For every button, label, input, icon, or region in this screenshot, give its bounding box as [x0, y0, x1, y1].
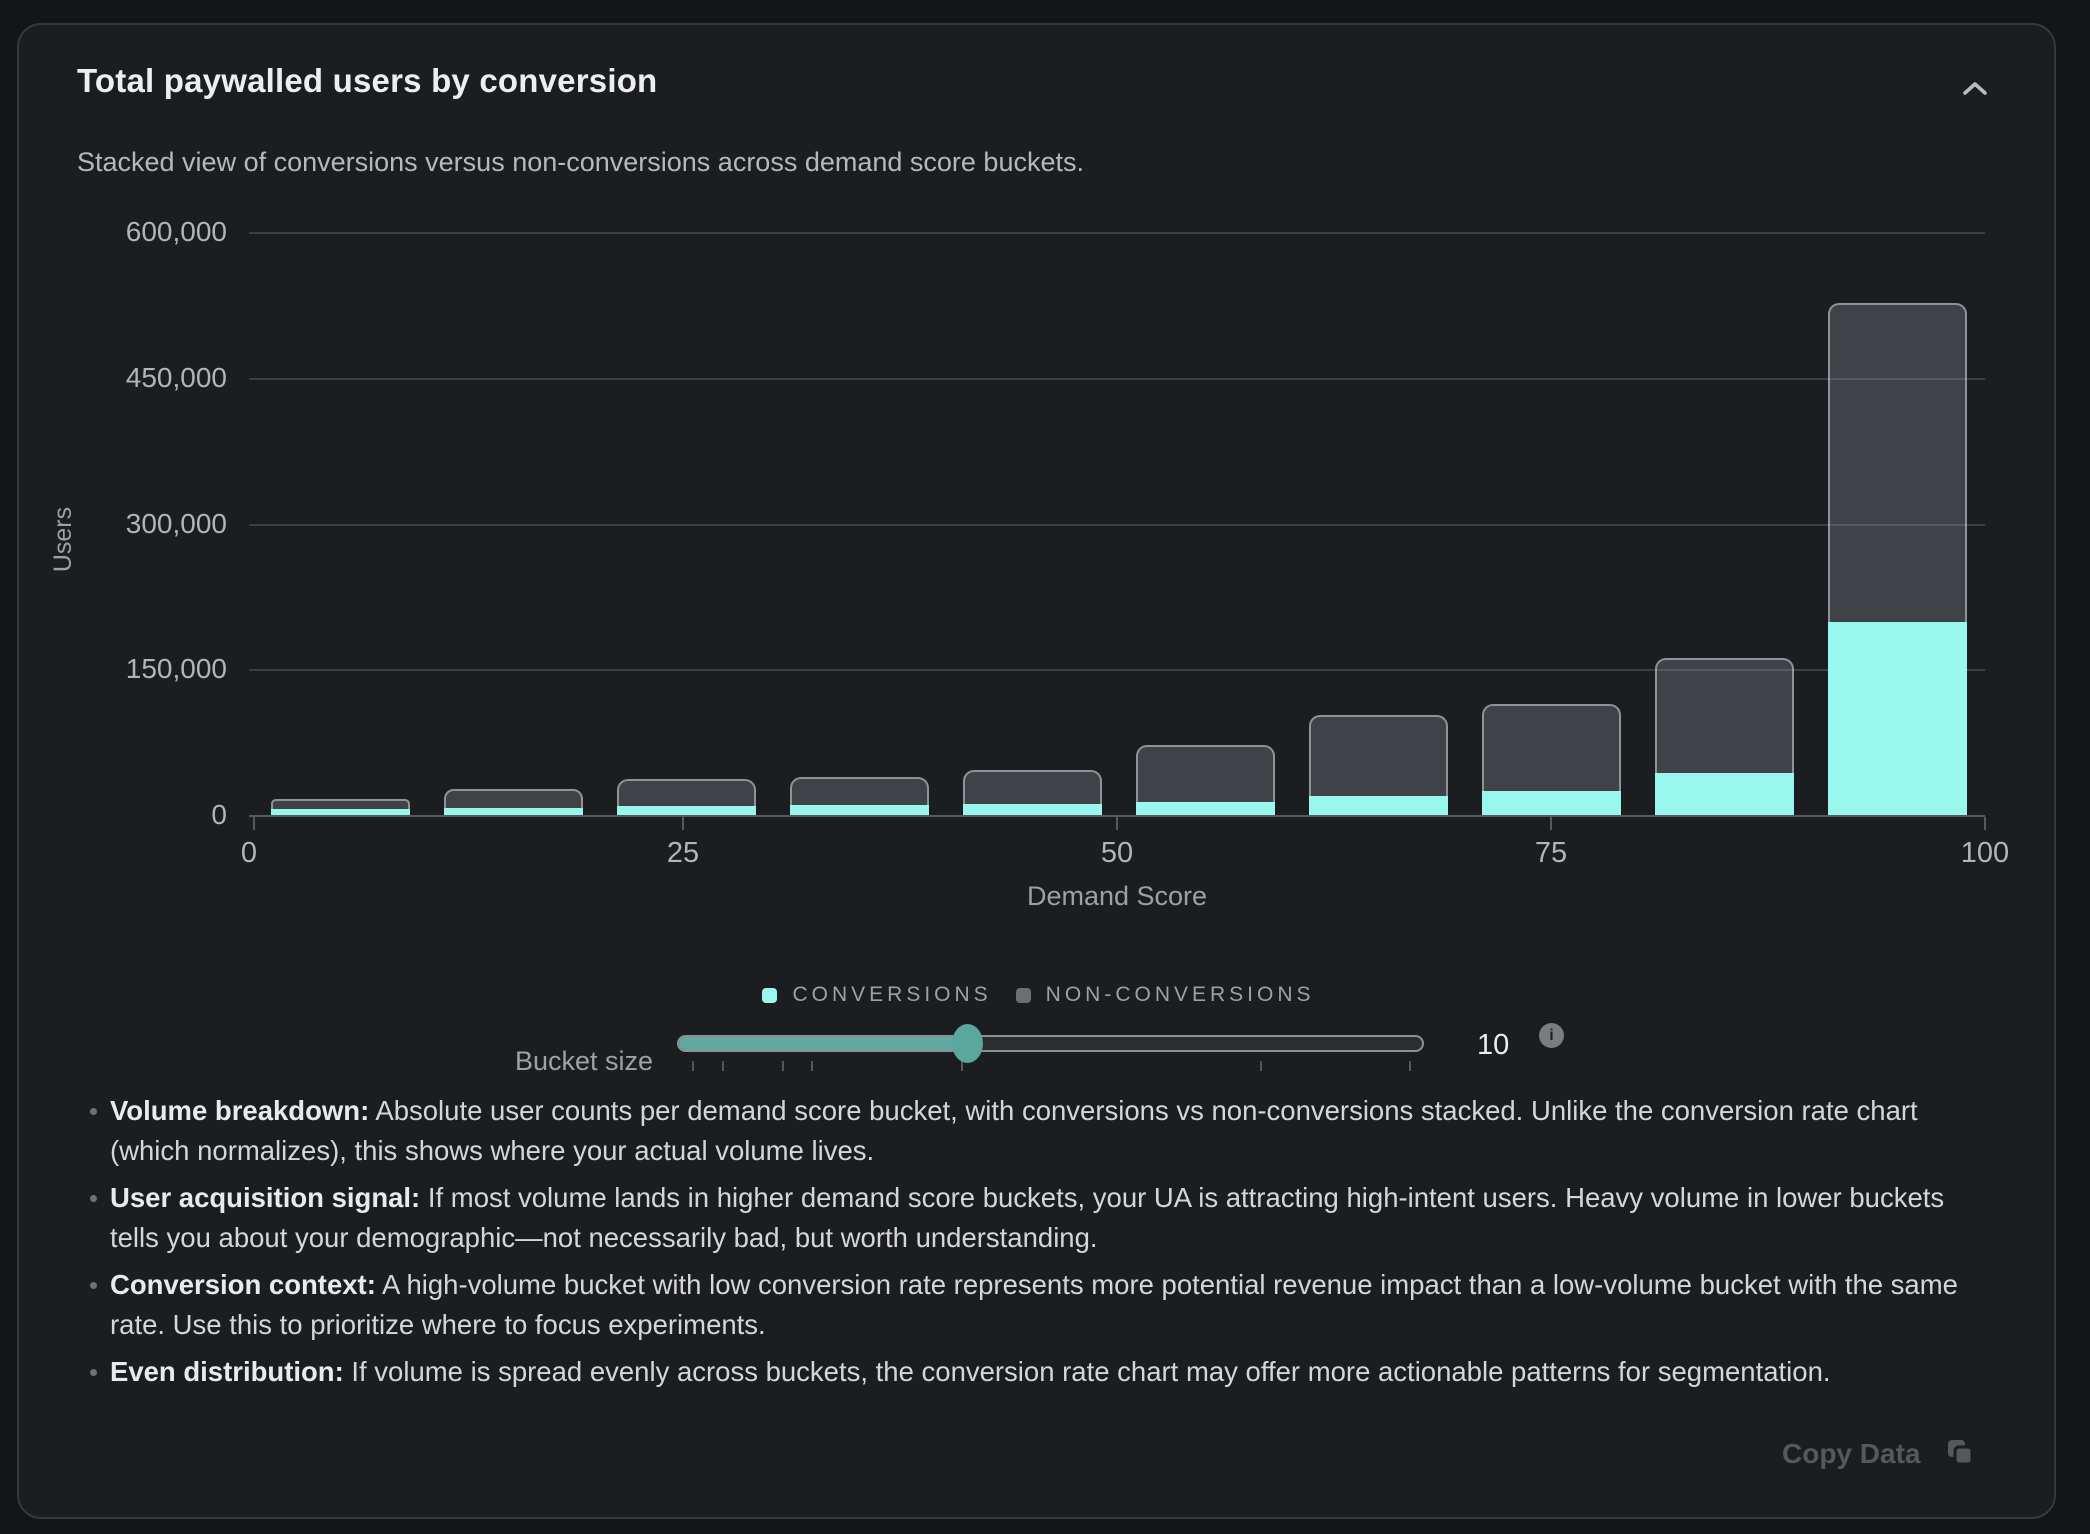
y-tick-label: 450,000 — [57, 362, 227, 394]
slider-fill — [679, 1037, 961, 1050]
bar-segment-conversions[interactable] — [1828, 622, 1967, 815]
x-tick-mark — [1984, 817, 1986, 830]
bar-segment-non-conversions[interactable] — [617, 779, 756, 806]
insight-item: Conversion context: A high-volume bucket… — [77, 1265, 1967, 1345]
bucket-size-slider[interactable] — [677, 1035, 1424, 1052]
insights-list: Volume breakdown: Absolute user counts p… — [77, 1091, 1967, 1399]
y-tick-label: 600,000 — [57, 216, 227, 248]
gridline — [249, 378, 1985, 380]
bullet-dot — [90, 1369, 97, 1376]
y-tick-label: 300,000 — [57, 508, 227, 540]
bucket-size-label: Bucket size — [402, 1046, 653, 1077]
slider-tick — [782, 1061, 784, 1071]
bullet-dot — [90, 1108, 97, 1115]
x-tick-label: 75 — [1491, 837, 1611, 870]
bar-segment-non-conversions[interactable] — [1309, 715, 1448, 796]
bar-segment-conversions[interactable] — [1655, 773, 1794, 815]
bar-segment-non-conversions[interactable] — [1655, 658, 1794, 774]
slider-tick — [811, 1061, 813, 1071]
copy-icon — [1944, 1436, 1974, 1471]
bar-segment-non-conversions[interactable] — [1482, 704, 1621, 791]
slider-tick — [722, 1061, 724, 1071]
bar-segment-conversions[interactable] — [617, 806, 756, 815]
copy-data-button[interactable]: Copy Data — [1782, 1436, 1974, 1471]
gridline — [249, 232, 1985, 234]
bar-segment-conversions[interactable] — [271, 809, 410, 815]
slider-thumb[interactable] — [952, 1024, 983, 1063]
chart-card: Total paywalled users by conversion Stac… — [17, 23, 2056, 1519]
slider-tick — [961, 1061, 963, 1071]
legend-label: CONVERSIONS — [792, 983, 991, 1007]
legend-item[interactable]: NON-CONVERSIONS — [1016, 983, 1315, 1007]
x-tick-mark — [682, 817, 684, 830]
bar-segment-non-conversions[interactable] — [1828, 303, 1967, 622]
x-tick-mark — [1116, 817, 1118, 830]
slider-tick — [692, 1061, 694, 1071]
copy-data-label: Copy Data — [1782, 1438, 1920, 1470]
bar-segment-non-conversions[interactable] — [444, 789, 583, 808]
bar-segment-conversions[interactable] — [963, 804, 1102, 815]
slider-tick — [1409, 1061, 1411, 1071]
insight-text: Even distribution: If volume is spread e… — [110, 1352, 1831, 1392]
x-tick-label: 25 — [623, 837, 743, 870]
slider-tick — [1260, 1061, 1262, 1071]
bucket-size-value: 10 — [1477, 1029, 1537, 1062]
insight-text: Conversion context: A high-volume bucket… — [110, 1265, 1967, 1345]
x-tick-label: 100 — [1925, 837, 2045, 870]
y-tick-label: 0 — [57, 799, 227, 831]
y-tick-label: 150,000 — [57, 653, 227, 685]
bar-segment-non-conversions[interactable] — [1136, 745, 1275, 802]
bullet-dot — [90, 1282, 97, 1289]
x-axis-title: Demand Score — [917, 881, 1317, 912]
y-axis-title: Users — [49, 507, 78, 572]
x-tick-label: 50 — [1057, 837, 1177, 870]
insight-item: Volume breakdown: Absolute user counts p… — [77, 1091, 1967, 1171]
legend-label: NON-CONVERSIONS — [1046, 983, 1315, 1007]
gridline — [249, 524, 1985, 526]
bar-segment-conversions[interactable] — [1136, 802, 1275, 815]
chart-legend: CONVERSIONS NON-CONVERSIONS — [19, 983, 2058, 1007]
x-tick-mark — [253, 817, 255, 830]
bar-segment-conversions[interactable] — [790, 805, 929, 815]
insight-item: Even distribution: If volume is spread e… — [77, 1352, 1967, 1392]
legend-swatch — [1016, 988, 1031, 1003]
bar-segment-non-conversions[interactable] — [790, 777, 929, 805]
legend-swatch — [762, 988, 777, 1003]
x-tick-mark — [1550, 817, 1552, 830]
x-tick-label: 0 — [189, 837, 309, 870]
bullet-dot — [90, 1195, 97, 1202]
legend-item[interactable]: CONVERSIONS — [762, 983, 991, 1007]
bar-segment-conversions[interactable] — [1309, 796, 1448, 815]
stacked-bar-chart: 0 150,000 300,000 450,000 600,000 0 25 50 75 100 U… — [19, 25, 2058, 945]
bar-segment-conversions[interactable] — [444, 808, 583, 815]
bar-segment-conversions[interactable] — [1482, 791, 1621, 815]
insight-item: User acquisition signal: If most volume … — [77, 1178, 1967, 1258]
bar-segment-non-conversions[interactable] — [963, 770, 1102, 804]
insight-text: Volume breakdown: Absolute user counts p… — [110, 1091, 1967, 1171]
info-icon[interactable]: i — [1539, 1023, 1564, 1048]
insight-text: User acquisition signal: If most volume … — [110, 1178, 1967, 1258]
bar-segment-non-conversions[interactable] — [271, 799, 410, 809]
